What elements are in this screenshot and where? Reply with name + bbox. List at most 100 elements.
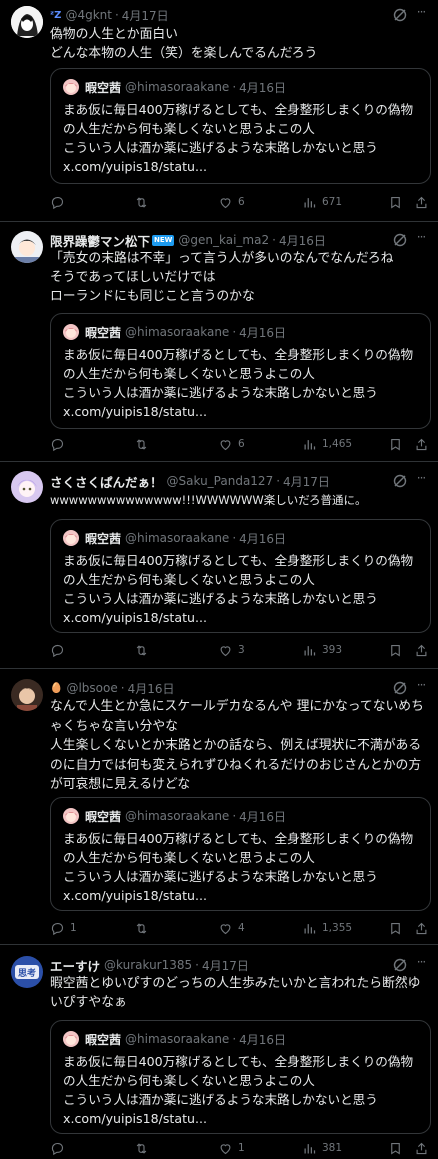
tweet[interactable]: 限界躁鬱マン松下 NEW @gen_kai_ma2 · 4月16日 ··· 「売… [0,222,438,462]
author-name[interactable]: 限界躁鬱マン松下 [50,231,150,250]
grok-icon[interactable] [392,7,408,23]
separator: · [232,809,237,823]
author-handle[interactable]: @lbsooe [66,681,117,695]
separator: · [232,1032,237,1046]
avatar[interactable] [11,6,43,38]
author-handle[interactable]: @Saku_Panda127 [167,474,274,488]
reply-button[interactable] [50,640,70,660]
views-button[interactable]: 381 [302,1138,342,1158]
like-button[interactable]: 3 [218,640,245,660]
tweet-date[interactable]: 4月16日 [128,680,175,697]
share-button[interactable] [414,434,429,454]
author-handle[interactable]: @4gknt [65,8,112,22]
quote-tweet[interactable]: 暇空茜 @himasoraakane · 4月16日 まあ仮に毎日400万稼げる… [50,1020,431,1134]
repost-button[interactable] [134,192,154,212]
like-button[interactable]: 6 [218,434,245,454]
author-handle[interactable]: @kurakur1385 [104,958,192,972]
reply-icon [51,438,64,451]
bookmark-button[interactable] [388,640,403,660]
quote-author-handle: @himasoraakane [125,531,230,545]
tweet-text: 暇空茜とゆいぴすのどっちの人生歩みたいかと言われたら断然ゆいぴすやなぁ [50,976,421,1010]
more-icon[interactable]: ··· [413,6,429,23]
tweet[interactable]: 思考 エーすけ @kurakur1385 · 4月17日 ··· 暇空茜とゆいぴ… [0,945,438,1159]
quote-author-handle: @himasoraakane [125,80,230,94]
reply-button[interactable] [50,434,70,454]
bookmark-button[interactable] [388,434,403,454]
views-icon [304,645,316,655]
reply-button[interactable]: 1 [50,918,77,938]
more-icon[interactable]: ··· [413,956,429,973]
quote-avatar [63,324,79,340]
views-icon [304,197,316,207]
tweet-header: さくさくぱんだぁ！ @Saku_Panda127 · 4月17日 [50,471,398,491]
author-name[interactable]: さくさくぱんだぁ！ [50,472,163,491]
author-name[interactable]: 🥚 [50,683,62,694]
quote-tweet[interactable]: 暇空茜 @himasoraakane · 4月16日 まあ仮に毎日400万稼げる… [50,797,431,911]
views-button[interactable]: 393 [302,640,342,660]
avatar[interactable] [11,471,43,503]
repost-button[interactable] [134,918,154,938]
bookmark-icon [391,644,400,657]
bookmark-button[interactable] [388,1138,403,1158]
like-icon [220,645,231,656]
tweet-date[interactable]: 4月17日 [122,7,169,24]
tweet-actions: 6 671 [50,192,435,212]
reply-icon [51,644,64,657]
like-icon [220,923,231,934]
quote-tweet[interactable]: 暇空茜 @himasoraakane · 4月16日 まあ仮に毎日400万稼げる… [50,68,431,184]
bookmark-button[interactable] [388,918,403,938]
tweet[interactable]: 🥚 @lbsooe · 4月16日 ··· なんで人生とか急にスケールデカなるん… [0,669,438,945]
more-icon[interactable]: ··· [413,472,429,489]
quote-tweet[interactable]: 暇空茜 @himasoraakane · 4月16日 まあ仮に毎日400万稼げる… [50,519,431,633]
more-icon[interactable]: ··· [413,679,429,696]
grok-icon[interactable] [392,473,408,489]
like-icon [220,197,231,208]
like-button[interactable]: 1 [218,1138,245,1158]
quote-author-handle: @himasoraakane [125,1032,230,1046]
bookmark-button[interactable] [388,192,403,212]
quote-text: まあ仮に毎日400万稼げるとしても、全身整形しまくりの偽物の人生だから何も楽しく… [63,102,414,174]
views-button[interactable]: 1,465 [302,434,352,454]
views-icon [304,1143,316,1153]
quote-avatar [63,808,79,824]
share-icon [416,922,427,934]
bookmark-icon [391,438,400,451]
share-icon [416,1142,427,1154]
grok-icon[interactable] [392,957,408,973]
repost-button[interactable] [134,1138,154,1158]
reply-icon [51,1142,64,1155]
tweet[interactable]: さくさくぱんだぁ！ @Saku_Panda127 · 4月17日 ··· www… [0,462,438,669]
views-button[interactable]: 1,355 [302,918,352,938]
tweet[interactable]: ᶻZ @4gknt · 4月17日 ··· 偽物の人生とか面白い どんな本物の人… [0,0,438,222]
tweet-date[interactable]: 4月17日 [202,957,249,974]
reply-button[interactable] [50,1138,70,1158]
separator: · [195,958,199,972]
grok-icon[interactable] [392,232,408,248]
more-icon[interactable]: ··· [413,231,429,248]
tweet-header: エーすけ @kurakur1385 · 4月17日 [50,955,398,975]
grok-icon[interactable] [392,680,408,696]
share-button[interactable] [414,192,429,212]
share-button[interactable] [414,1138,429,1158]
author-name[interactable]: エーすけ [50,956,100,975]
reply-button[interactable] [50,192,70,212]
repost-button[interactable] [134,640,154,660]
avatar[interactable]: 思考 [11,956,43,988]
like-button[interactable]: 6 [218,192,245,212]
bookmark-icon [391,196,400,209]
tweet-header: ᶻZ @4gknt · 4月17日 [50,5,398,25]
repost-button[interactable] [134,434,154,454]
like-icon [220,1143,231,1154]
tweet-date[interactable]: 4月17日 [283,473,330,490]
avatar[interactable] [11,231,43,263]
share-button[interactable] [414,640,429,660]
share-button[interactable] [414,918,429,938]
quote-tweet[interactable]: 暇空茜 @himasoraakane · 4月16日 まあ仮に毎日400万稼げる… [50,313,431,429]
tweet-date[interactable]: 4月16日 [279,232,326,249]
quote-header: 暇空茜 @himasoraakane · 4月16日 [85,528,286,548]
like-button[interactable]: 4 [218,918,245,938]
views-button[interactable]: 671 [302,192,342,212]
repost-icon [136,438,147,450]
avatar[interactable] [11,679,43,711]
author-handle[interactable]: @gen_kai_ma2 [178,233,269,247]
